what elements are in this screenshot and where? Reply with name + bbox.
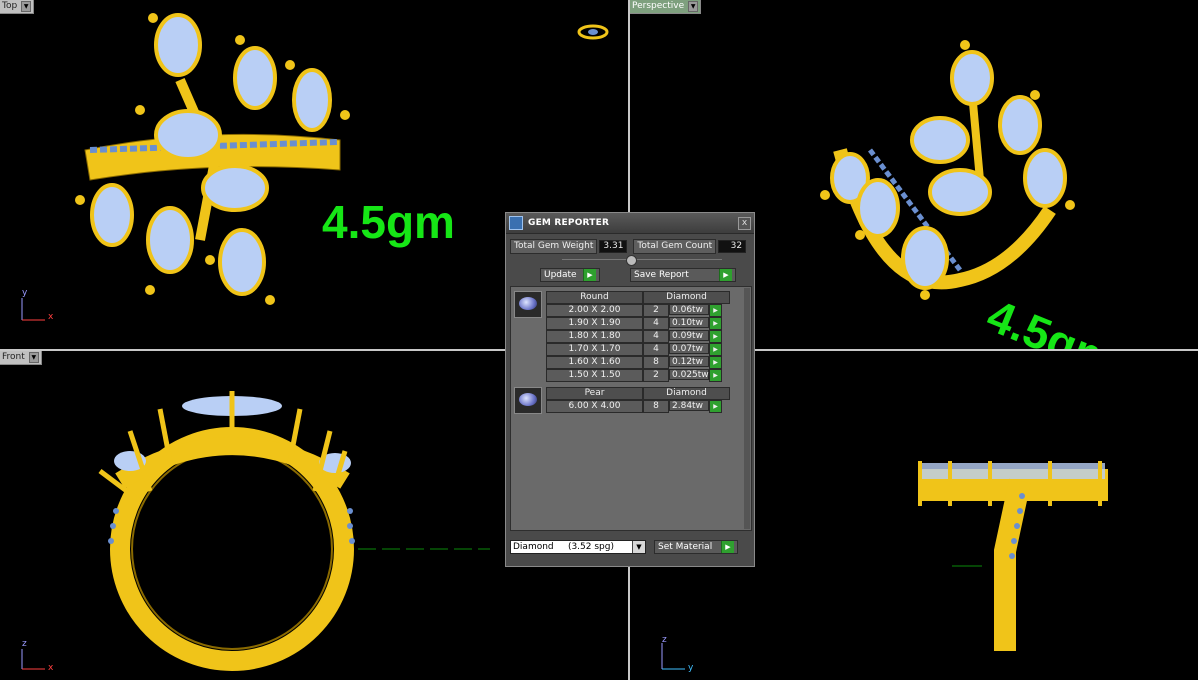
select-gem-button[interactable]: ▶ [709, 330, 722, 343]
gem-row: 1.70 X 1.70 4 0.07tw ▶ [546, 343, 722, 356]
select-gem-button[interactable]: ▶ [709, 317, 722, 330]
gem-weight: 2.84tw [669, 400, 709, 411]
gem-list[interactable]: Round Diamond 2.00 X 2.00 2 0.06tw ▶ 1.9… [510, 286, 752, 531]
gem-size: 1.50 X 1.50 [546, 369, 643, 382]
play-icon: ▶ [719, 269, 732, 281]
gem-row: 1.90 X 1.90 4 0.10tw ▶ [546, 317, 722, 330]
gem-list-scrollbar[interactable] [744, 288, 750, 529]
gem-size: 1.70 X 1.70 [546, 343, 643, 356]
gem-weight: 0.06tw [669, 304, 709, 315]
axis-z-label: z [662, 635, 667, 645]
gem-size: 1.80 X 1.80 [546, 330, 643, 343]
close-button[interactable]: x [738, 216, 751, 230]
gem-size: 1.60 X 1.60 [546, 356, 643, 369]
update-label: Update [544, 270, 577, 280]
select-gem-button[interactable]: ▶ [709, 343, 722, 356]
select-gem-button[interactable]: ▶ [709, 369, 722, 382]
chevron-down-icon[interactable]: ▼ [632, 541, 645, 553]
set-material-label: Set Material [658, 542, 713, 552]
gem-count: 4 [643, 343, 669, 356]
axis-y-label: y [688, 663, 694, 673]
gem-row: 6.00 X 4.00 8 2.84tw ▶ [546, 400, 722, 413]
save-report-label: Save Report [634, 270, 689, 280]
gem-weight: 0.09tw [669, 330, 709, 341]
gem-weight: 0.025tw [669, 369, 709, 380]
round-gem-thumbnail [514, 291, 542, 318]
total-gem-weight-label: Total Gem Weight [510, 239, 598, 254]
play-icon: ▶ [583, 269, 596, 281]
set-material-button[interactable]: Set Material ▶ [654, 540, 738, 554]
gem-count: 8 [643, 356, 669, 369]
gem-weight: 0.12tw [669, 356, 709, 367]
panel-title: GEM REPORTER [528, 218, 610, 228]
pear-gem-thumbnail [514, 387, 542, 414]
total-gem-count-label: Total Gem Count [633, 239, 717, 254]
axis-x-label: x [48, 312, 54, 322]
gem-row: 1.80 X 1.80 4 0.09tw ▶ [546, 330, 722, 343]
gem-count: 4 [643, 330, 669, 343]
gem-size: 1.90 X 1.90 [546, 317, 643, 330]
gem-weight: 0.10tw [669, 317, 709, 328]
save-report-button[interactable]: Save Report ▶ [630, 268, 736, 282]
total-gem-count-value: 32 [718, 240, 747, 253]
gem-size: 2.00 X 2.00 [546, 304, 643, 317]
gem-reporter-icon [509, 216, 523, 230]
weight-label: 4.5gm [322, 196, 455, 248]
gem-row: 2.00 X 2.00 2 0.06tw ▶ [546, 304, 722, 317]
gem-material-header: Diamond [643, 387, 730, 400]
gem-shape-header: Round [546, 291, 643, 304]
select-gem-button[interactable]: ▶ [709, 400, 722, 413]
gem-row: 1.60 X 1.60 8 0.12tw ▶ [546, 356, 722, 369]
gem-weight: 0.07tw [669, 343, 709, 354]
gem-count: 4 [643, 317, 669, 330]
gem-shape-header: Pear [546, 387, 643, 400]
gem-count: 2 [643, 304, 669, 317]
splitter-handle[interactable] [626, 255, 637, 266]
axis-z-label: z [22, 639, 27, 649]
gem-material-header: Diamond [643, 291, 730, 304]
material-select-value: Diamond (3.52 spg) [513, 542, 614, 552]
total-gem-weight-value: 3.31 [599, 240, 628, 253]
gem-row: 1.50 X 1.50 2 0.025tw ▶ [546, 369, 722, 382]
select-gem-button[interactable]: ▶ [709, 356, 722, 369]
axis-x-label: x [48, 663, 54, 673]
axis-y-label: y [22, 288, 28, 298]
select-gem-button[interactable]: ▶ [709, 304, 722, 317]
gem-reporter-titlebar[interactable]: GEM REPORTER x [506, 213, 754, 234]
gem-size: 6.00 X 4.00 [546, 400, 643, 413]
update-button[interactable]: Update ▶ [540, 268, 600, 282]
play-icon: ▶ [721, 541, 734, 553]
gem-count: 2 [643, 369, 669, 382]
material-select[interactable]: Diamond (3.52 spg) ▼ [510, 540, 646, 554]
gem-reporter-panel[interactable]: GEM REPORTER x Total Gem Weight 3.31 Tot… [505, 212, 755, 567]
gem-count: 8 [643, 400, 669, 413]
